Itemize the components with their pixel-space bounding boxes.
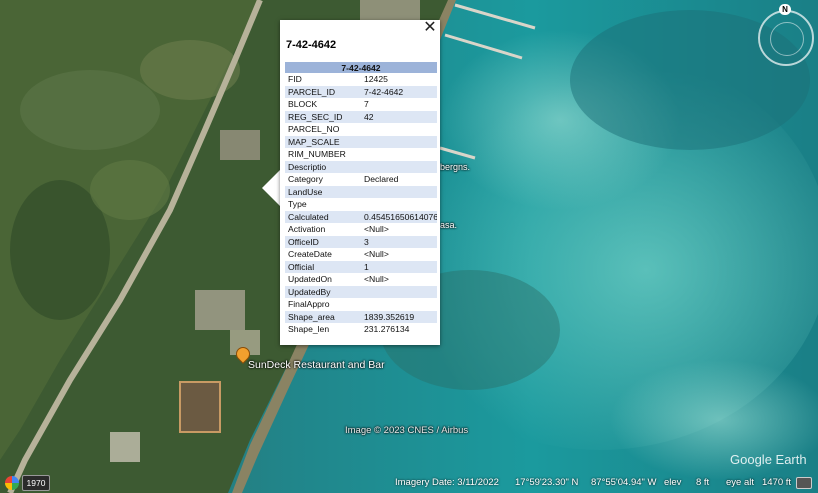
google-earth-watermark: Google Earth <box>730 452 807 467</box>
attribute-table: 7-42-4642 FID 12425 PARCEL_ID 7-42-4642 BLOC… <box>285 62 437 336</box>
status-indicator-icon <box>796 477 812 489</box>
attribute-row: CreateDate <Null> <box>285 248 437 261</box>
close-icon[interactable]: ✕ <box>423 20 437 36</box>
attribute-value: 231.276134 <box>364 324 410 335</box>
attribute-key: Descriptio <box>285 160 361 173</box>
attribute-key: Type <box>288 199 307 210</box>
attribute-value: 42 <box>361 110 437 123</box>
elevation-label: elev <box>664 477 682 488</box>
restaurant-label[interactable]: SunDeck Restaurant and Bar <box>248 359 385 371</box>
eye-altitude-value: 1470 ft <box>762 477 792 488</box>
attribute-key: UpdatedOn <box>288 274 332 285</box>
google-logo-icon <box>5 476 19 490</box>
attribute-key: FinalAppro <box>288 299 330 310</box>
compass-ring <box>770 22 804 56</box>
attribute-value: 1 <box>361 260 437 273</box>
attribute-value: 12425 <box>364 74 388 85</box>
attribute-key: BLOCK <box>288 99 318 110</box>
balloon-title: 7-42-4642 <box>286 39 337 51</box>
latitude-readout: 17°59'23.30" N <box>515 477 579 488</box>
attribute-row: Descriptio <box>285 160 437 173</box>
place-label-partial-2: asa. <box>440 220 458 230</box>
attribute-row: UpdatedBy <box>285 285 437 298</box>
attribute-key: RIM_NUMBER <box>288 149 346 160</box>
attribute-row: Activation <Null> <box>285 223 437 236</box>
attribute-key: PARCEL_ID <box>285 85 361 98</box>
attribute-row: REG_SEC_ID 42 <box>285 110 437 123</box>
historical-imagery-button[interactable]: 1970 <box>22 475 50 491</box>
attribute-value <box>361 123 437 136</box>
imagery-date: Imagery Date: 3/11/2022 <box>395 477 499 488</box>
compass-north-letter: N <box>779 4 791 15</box>
attribute-row: Official 1 <box>285 260 437 273</box>
attribute-value: 3 <box>361 235 437 248</box>
attribute-row: PARCEL_NO <box>285 123 437 136</box>
attribute-key: LandUse <box>285 185 361 198</box>
attribute-value: 0.454516506140763 <box>361 210 437 223</box>
attribute-value <box>361 135 437 148</box>
place-label-partial-1: bergns. <box>440 162 471 172</box>
attribute-key: MAP_SCALE <box>285 135 361 148</box>
balloon-pointer <box>262 170 280 206</box>
attribute-key: Activation <box>288 224 326 235</box>
attribute-table-header: 7-42-4642 <box>285 62 437 73</box>
attribute-key: PARCEL_NO <box>288 124 340 135</box>
attribute-row: BLOCK 7 <box>285 98 437 111</box>
attribute-key: Shape_area <box>285 310 361 323</box>
attribute-key: REG_SEC_ID <box>285 110 361 123</box>
attribute-key: CreateDate <box>288 249 332 260</box>
historical-year: 1970 <box>26 478 46 488</box>
attribute-value: Declared <box>364 174 399 185</box>
attribute-row: Type <box>285 198 437 211</box>
attribute-value <box>361 185 437 198</box>
attribute-key: Category <box>288 174 323 185</box>
attribute-value <box>361 298 437 311</box>
attribute-value <box>361 160 437 173</box>
attribute-key: UpdatedBy <box>285 285 361 298</box>
longitude-readout: 87°55'04.94" W <box>591 477 657 488</box>
elevation-value: 8 ft <box>696 477 710 488</box>
imagery-attribution: Image © 2023 CNES / Airbus <box>345 425 469 436</box>
attribute-value <box>361 198 437 211</box>
attribute-row: FID 12425 <box>285 73 437 86</box>
attribute-value: 7 <box>364 99 369 110</box>
compass-icon[interactable] <box>758 10 814 66</box>
feature-info-balloon: ✕ 7-42-4642 7-42-4642 FID 12425 PARCEL_ID 7… <box>280 20 440 345</box>
attribute-key: FID <box>288 74 302 85</box>
attribute-row: Calculated 0.454516506140763 <box>285 210 437 223</box>
attribute-row: UpdatedOn <Null> <box>285 273 437 286</box>
attribute-value: <Null> <box>364 274 389 285</box>
attribute-row: OfficeID 3 <box>285 235 437 248</box>
attribute-value <box>361 285 437 298</box>
attribute-value: 7-42-4642 <box>361 85 437 98</box>
attribute-value: <Null> <box>364 224 389 235</box>
attribute-row: MAP_SCALE <box>285 135 437 148</box>
eye-altitude-label: eye alt <box>726 477 754 488</box>
attribute-row: PARCEL_ID 7-42-4642 <box>285 85 437 98</box>
attribute-key: Official <box>285 260 361 273</box>
attribute-key: Calculated <box>285 210 361 223</box>
attribute-row: LandUse <box>285 185 437 198</box>
attribute-row: Category Declared <box>285 173 437 186</box>
attribute-value: 1839.352619 <box>361 310 437 323</box>
attribute-value <box>361 148 437 161</box>
attribute-key: OfficeID <box>285 235 361 248</box>
attribute-value: <Null> <box>364 249 389 260</box>
attribute-row: RIM_NUMBER <box>285 148 437 161</box>
attribute-row: Shape_len 231.276134 <box>285 323 437 336</box>
attribute-key: Shape_len <box>288 324 330 335</box>
attribute-row: Shape_area 1839.352619 <box>285 310 437 323</box>
attribute-row: FinalAppro <box>285 298 437 311</box>
